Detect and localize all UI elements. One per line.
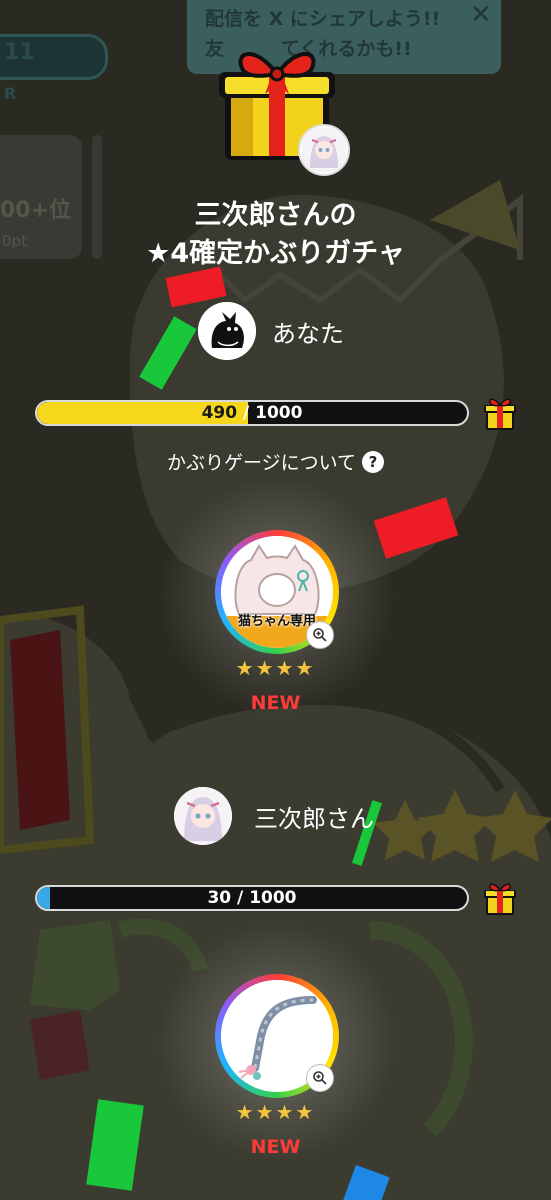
kaburi-gauge-owner: 30 / 1000 [35,885,469,911]
gauge-reward-gift-icon[interactable] [483,880,517,916]
user-name-owner: 三次郎さん [254,804,374,833]
prize-stars-you: ★★★★ [235,656,316,680]
owner-avatar-illustration [174,787,232,845]
owner-avatar-illustration [302,128,346,172]
help-icon: ? [362,451,385,473]
user-avatar [198,302,256,360]
gauge-text-you: 490 / 1000 [37,402,467,424]
gauge-current-owner: 30 [207,888,232,908]
gacha-title-line2: ★4確定かぶりガチャ [146,238,405,269]
gauge-max-you: 1000 [255,403,303,423]
background-text-3: けた? [150,1162,197,1183]
gauge-separator-you: / [237,403,256,423]
gauge-reward-gift-icon[interactable] [483,395,517,431]
user-name-you: あなた [272,319,344,348]
gauge-text-owner: 30 / 1000 [37,887,467,909]
user-row-you: あなた [198,302,344,360]
cat-avatar-illustration [198,302,256,360]
gauge-separator-owner: / [231,888,250,908]
owner-row-avatar [174,787,232,845]
prize-stars-owner: ★★★★ [235,1100,316,1124]
new-badge-you: NEW [250,692,301,714]
share-banner-line1: 配信を X にシェアしよう!! [205,8,441,30]
zoom-icon[interactable] [306,621,334,649]
user-row-owner: 三次郎さん [174,787,374,845]
rank-pill-sub: R [4,84,17,103]
owner-avatar [298,124,350,176]
gauge-max-owner: 1000 [249,888,297,908]
zoom-icon[interactable] [306,1064,334,1092]
gauge-current-you: 490 [201,403,238,423]
kaburi-gauge-you: 490 / 1000 [35,400,469,426]
gacha-title-line1: 三次郎さんの [194,200,357,231]
background-text-2: の。死 [0,1162,50,1183]
new-badge-owner: NEW [250,1136,301,1158]
share-close-icon: ✕ [470,0,492,30]
rank-pill-value: 11 [4,40,35,65]
